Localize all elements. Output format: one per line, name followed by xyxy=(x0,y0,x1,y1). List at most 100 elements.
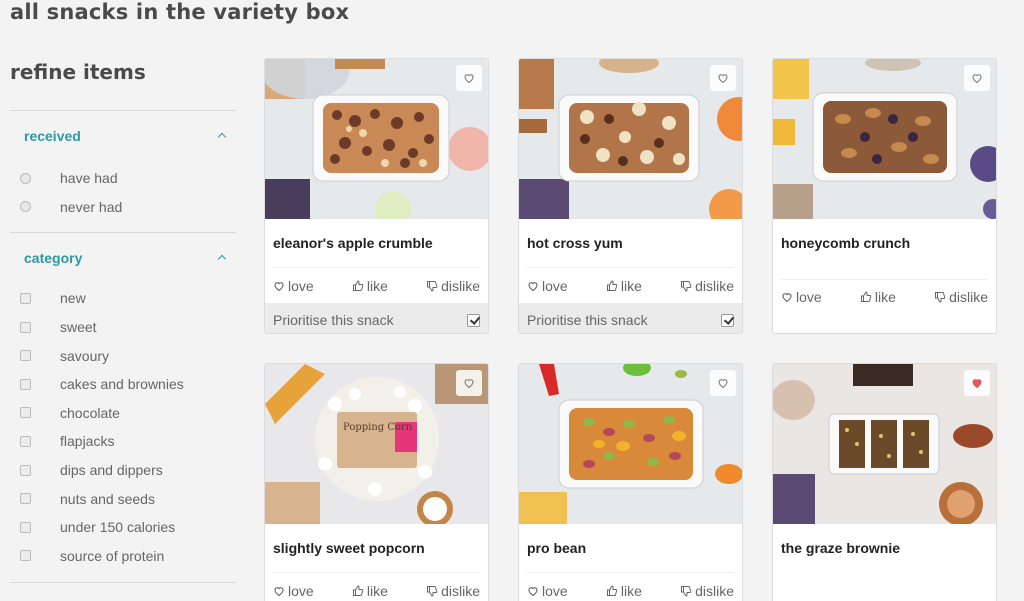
refine-title: refine items xyxy=(10,60,146,84)
category-options: new sweet savoury cakes and brownies cho… xyxy=(10,283,236,582)
chevron-up-icon xyxy=(216,130,228,142)
prioritise-row[interactable]: Prioritise this snack xyxy=(519,303,742,333)
category-section-toggle[interactable]: category xyxy=(10,233,236,283)
received-section-toggle[interactable]: received xyxy=(10,111,236,161)
dislike-button[interactable]: dislike xyxy=(680,278,734,294)
filter-never-had[interactable]: never had xyxy=(10,193,236,222)
rating-row: love like dislike xyxy=(273,267,480,303)
thumbs-down-icon xyxy=(935,291,946,303)
favourite-button[interactable] xyxy=(710,65,736,91)
prioritise-row[interactable]: Prioritise this snack xyxy=(265,303,488,333)
thumbs-up-icon xyxy=(352,584,364,596)
favourite-button[interactable] xyxy=(710,370,736,396)
snack-name: slightly sweet popcorn xyxy=(273,540,425,556)
option-label: never had xyxy=(60,198,123,215)
heart-icon xyxy=(528,281,538,291)
radio-button[interactable] xyxy=(20,201,31,213)
snack-card: hot cross yum love like dislike Prioriti… xyxy=(518,58,743,334)
love-button[interactable]: love xyxy=(527,278,568,294)
love-label: love xyxy=(542,582,568,599)
thumbs-down-icon xyxy=(681,585,692,597)
thumbs-up-icon xyxy=(606,584,618,596)
prioritise-checkbox[interactable] xyxy=(467,313,480,327)
filter-have-had[interactable]: have had xyxy=(10,164,236,193)
option-label: sweet xyxy=(60,319,97,336)
checkbox[interactable] xyxy=(20,435,31,447)
dislike-button[interactable]: dislike xyxy=(934,289,988,305)
dislike-button[interactable]: dislike xyxy=(680,583,734,599)
radio-button[interactable] xyxy=(20,172,31,184)
rating-row: love like dislike xyxy=(527,267,734,303)
like-button[interactable]: like xyxy=(606,583,642,599)
snack-image: Popping Corn xyxy=(265,364,488,524)
thumbs-up-icon xyxy=(352,279,364,291)
heart-icon xyxy=(782,292,792,302)
like-label: like xyxy=(620,277,642,294)
snack-image xyxy=(519,59,742,219)
snack-image xyxy=(773,59,996,219)
favourite-button[interactable] xyxy=(964,65,990,91)
snack-card: honeycomb crunch love like dislike xyxy=(772,58,997,334)
checkbox[interactable] xyxy=(20,550,31,562)
received-section-label: received xyxy=(24,128,81,144)
filter-savoury[interactable]: savoury xyxy=(10,341,236,370)
thumbs-down-icon xyxy=(681,280,692,292)
checkbox[interactable] xyxy=(20,493,31,505)
heart-icon xyxy=(718,74,728,84)
filter-flapjacks[interactable]: flapjacks xyxy=(10,427,236,456)
snack-card: pro bean love like dislike xyxy=(518,363,743,601)
packet-text: Popping Corn xyxy=(343,422,413,433)
filter-cakes-and-brownies[interactable]: cakes and brownies xyxy=(10,370,236,399)
heart-icon xyxy=(274,586,284,596)
like-button[interactable]: like xyxy=(606,278,642,294)
checkbox[interactable] xyxy=(20,464,31,476)
dislike-button[interactable]: dislike xyxy=(426,278,480,294)
checkbox[interactable] xyxy=(20,521,31,533)
thumbs-up-icon xyxy=(606,279,618,291)
dislike-label: dislike xyxy=(695,582,734,599)
filter-chocolate[interactable]: chocolate xyxy=(10,399,236,428)
like-button[interactable]: like xyxy=(352,583,388,599)
dislike-label: dislike xyxy=(949,288,988,305)
snack-image xyxy=(265,59,488,219)
snack-name: honeycomb crunch xyxy=(781,235,911,251)
heart-icon xyxy=(464,379,474,389)
thumbs-down-icon xyxy=(427,585,438,597)
favourite-button[interactable] xyxy=(964,370,990,396)
checkbox[interactable] xyxy=(20,321,31,333)
thumbs-up-icon xyxy=(860,290,872,302)
category-section-label: category xyxy=(24,250,83,267)
heart-icon xyxy=(464,74,474,84)
snack-image xyxy=(519,364,742,524)
like-button[interactable]: like xyxy=(860,289,896,305)
love-button[interactable]: love xyxy=(781,289,822,305)
love-button[interactable]: love xyxy=(273,278,314,294)
prioritise-checkbox[interactable] xyxy=(721,313,734,327)
filter-source-of-protein[interactable]: source of protein xyxy=(10,542,236,571)
checkbox[interactable] xyxy=(20,350,31,362)
love-button[interactable]: love xyxy=(527,583,568,599)
dislike-label: dislike xyxy=(695,277,734,294)
filter-under-150-calories[interactable]: under 150 calories xyxy=(10,513,236,542)
page-title: all snacks in the variety box xyxy=(10,0,350,24)
option-label: source of protein xyxy=(60,547,165,564)
favourite-button[interactable] xyxy=(456,65,482,91)
checkbox[interactable] xyxy=(20,407,31,419)
favourite-button[interactable] xyxy=(456,370,482,396)
love-label: love xyxy=(542,277,568,294)
like-button[interactable]: like xyxy=(352,278,388,294)
snack-image xyxy=(773,364,996,524)
heart-icon xyxy=(972,379,982,389)
snack-name: pro bean xyxy=(527,540,587,556)
love-button[interactable]: love xyxy=(273,583,314,599)
rating-row: love like dislike xyxy=(527,572,734,601)
prioritise-label: Prioritise this snack xyxy=(527,312,648,328)
dislike-button[interactable]: dislike xyxy=(426,583,480,599)
checkbox[interactable] xyxy=(20,292,31,304)
filter-new[interactable]: new xyxy=(10,284,236,313)
checkbox[interactable] xyxy=(20,378,31,390)
filter-dips-and-dippers[interactable]: dips and dippers xyxy=(10,456,236,485)
filter-nuts-and-seeds[interactable]: nuts and seeds xyxy=(10,484,236,513)
filter-sweet[interactable]: sweet xyxy=(10,313,236,342)
heart-icon xyxy=(274,281,284,291)
